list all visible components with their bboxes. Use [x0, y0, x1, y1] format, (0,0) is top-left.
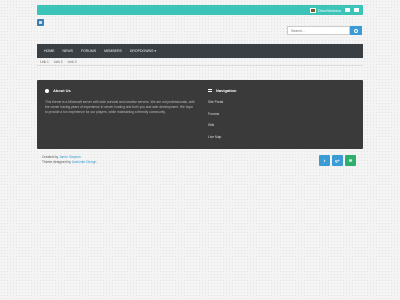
avatar	[310, 7, 317, 13]
subnav-link-3[interactable]: Link 3	[68, 60, 77, 64]
comment-icon[interactable]	[354, 8, 359, 12]
social-links: t g+ ✉	[319, 155, 356, 166]
list-icon	[208, 89, 212, 92]
search-input[interactable]	[287, 26, 350, 35]
main-nav: HOME NEWS FORUMS MEMBERS DROPDOWNS ▾	[37, 44, 363, 58]
link-site-portal[interactable]: Site Portal	[208, 100, 348, 104]
twitter-icon[interactable]: t	[319, 155, 330, 166]
nav-forums[interactable]: FORUMS	[77, 49, 100, 53]
subnav-link-1[interactable]: Link 1	[40, 60, 49, 64]
search-form	[287, 26, 362, 35]
site-logo[interactable]	[37, 19, 44, 26]
navigation-title: Navigation	[208, 88, 348, 93]
user-menu[interactable]: DinoShieldor	[310, 7, 341, 13]
email-icon[interactable]: ✉	[345, 155, 356, 166]
google-plus-icon[interactable]: g+	[332, 155, 343, 166]
footer-panel: About Us This theme is a Minecraft serve…	[37, 80, 363, 149]
nav-dropdowns[interactable]: DROPDOWNS ▾	[126, 49, 160, 53]
navigation-section: Navigation Site Portal Forums Wiki Live …	[208, 88, 348, 146]
theme-prefix: Theme designed by	[42, 159, 71, 164]
top-bar: DinoShieldor	[37, 5, 363, 15]
about-title: About Us	[45, 88, 195, 93]
theme-link[interactable]: Avalonite Design	[72, 160, 97, 164]
search-button[interactable]	[350, 26, 362, 35]
username: DinoShieldor	[318, 7, 341, 13]
envelope-icon[interactable]	[345, 8, 350, 12]
credits: Created by Jamie Stephen Theme designed …	[42, 155, 96, 164]
theme-by-line: Theme designed by Avalonite Design	[42, 160, 96, 165]
link-wiki[interactable]: Wiki	[208, 123, 348, 127]
about-title-text: About Us	[53, 88, 71, 93]
nav-members[interactable]: MEMBERS	[100, 49, 126, 53]
subnav-link-2[interactable]: Link 2	[54, 60, 63, 64]
created-prefix: Created by	[42, 155, 59, 159]
created-link[interactable]: Jamie Stephen	[59, 155, 81, 159]
divider	[37, 65, 363, 66]
info-icon	[45, 88, 49, 93]
about-text: This theme is a Minecraft server with bo…	[45, 100, 195, 114]
nav-news[interactable]: NEWS	[59, 49, 78, 53]
link-live-map[interactable]: Live Map	[208, 135, 348, 139]
nav-home[interactable]: HOME	[40, 49, 59, 53]
navigation-title-text: Navigation	[216, 88, 237, 93]
breadcrumb: Link 1 Link 2 Link 3	[40, 60, 76, 64]
about-section: About Us This theme is a Minecraft serve…	[45, 88, 195, 115]
link-forums[interactable]: Forums	[208, 112, 348, 116]
search-icon	[354, 28, 358, 33]
